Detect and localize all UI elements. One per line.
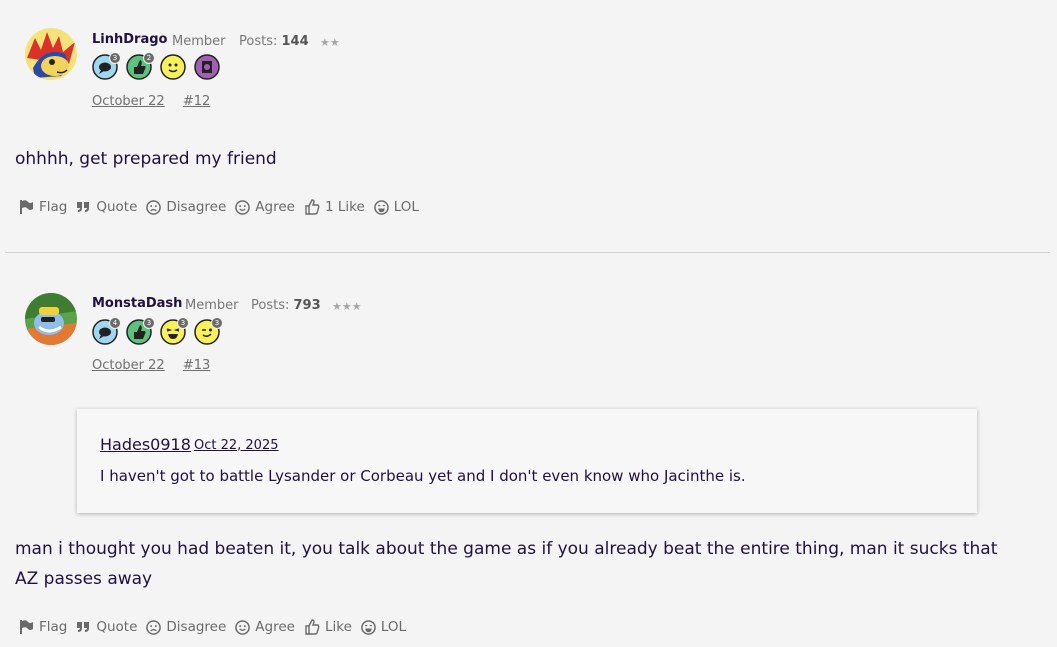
smile-icon: [235, 619, 251, 635]
post-meta: October 22 #12: [92, 94, 224, 109]
flag-button[interactable]: Flag: [18, 619, 67, 635]
flag-button[interactable]: Flag: [18, 199, 67, 215]
quote-date-link[interactable]: Oct 22, 2025: [194, 438, 279, 453]
quote-button[interactable]: Quote: [76, 199, 137, 215]
thumbs-up-badge-icon[interactable]: 2: [126, 52, 155, 80]
thumbs-up-icon: [305, 619, 320, 635]
post-date-link[interactable]: October 22: [92, 358, 165, 373]
thumbs-up-icon: [305, 199, 320, 215]
smiley-badge-icon[interactable]: [160, 54, 186, 80]
post-meta: October 22 #13: [92, 358, 224, 373]
username[interactable]: LinhDrago: [92, 32, 167, 47]
frown-icon: [146, 619, 162, 635]
like-button[interactable]: 1 Like: [304, 199, 365, 215]
photo-badge-icon[interactable]: [194, 54, 220, 80]
flag-label: Flag: [39, 619, 68, 635]
badge-count: 2: [143, 52, 155, 64]
post-actions: Flag Quote Disagree: [18, 619, 406, 635]
rank-stars: ★★: [320, 36, 340, 49]
post-message: man i thought you had beaten it, you tal…: [15, 539, 998, 589]
post-number-link[interactable]: #12: [183, 94, 210, 109]
user-role: Member: [172, 34, 226, 49]
quote-author-link[interactable]: Hades0918: [100, 435, 191, 454]
lol-label: LOL: [380, 619, 407, 635]
agree-button[interactable]: Agree: [235, 199, 295, 215]
badge-count: 3: [211, 317, 223, 329]
avatar-linhdrago[interactable]: [25, 28, 77, 80]
laughing-badge-icon[interactable]: 3: [160, 317, 189, 345]
disagree-label: Disagree: [166, 199, 227, 215]
post-count-value: 144: [281, 34, 309, 49]
like-button[interactable]: Like: [304, 619, 352, 635]
flag-icon: [20, 200, 33, 214]
like-label: 1 Like: [324, 199, 365, 215]
quote-text: I haven't got to battle Lysander or Corb…: [100, 467, 746, 485]
post-count-label: Posts:: [239, 34, 278, 49]
thumbs-up-badge-icon[interactable]: 3: [126, 317, 155, 345]
agree-label: Agree: [255, 199, 295, 215]
post-count: Posts: 793: [251, 298, 321, 313]
post-count-value: 793: [293, 298, 321, 313]
badge-count: 3: [109, 52, 121, 64]
agree-label: Agree: [255, 619, 295, 635]
post-count-label: Posts:: [251, 298, 290, 313]
speech-bubble-badge-icon[interactable]: 3: [92, 52, 121, 80]
avatar-monstadash[interactable]: [25, 293, 77, 345]
laugh-icon: [373, 199, 389, 215]
disagree-button[interactable]: Disagree: [146, 199, 226, 215]
lol-button[interactable]: LOL: [361, 619, 406, 635]
badge-count: 4: [109, 317, 121, 329]
badge-row: 4 3 3 3: [92, 317, 223, 347]
agree-button[interactable]: Agree: [235, 619, 295, 635]
rank-stars: ★★★: [332, 300, 362, 313]
laugh-icon: [361, 619, 376, 635]
quote-icon: [77, 622, 90, 632]
post-number-link[interactable]: #13: [183, 358, 210, 373]
quote-icon: [77, 202, 90, 212]
user-role: Member: [185, 298, 239, 313]
disagree-button[interactable]: Disagree: [146, 619, 226, 635]
post-13: MonstaDash Member Posts: 793 ★★★ 4 3 3 3…: [0, 252, 1057, 647]
flag-icon: [20, 620, 33, 634]
quote-label: Quote: [96, 199, 138, 215]
disagree-label: Disagree: [166, 619, 227, 635]
frown-icon: [146, 199, 162, 215]
badge-count: 3: [143, 317, 155, 329]
winking-badge-icon[interactable]: 3: [194, 317, 223, 345]
flag-label: Flag: [39, 199, 68, 215]
smile-icon: [235, 199, 251, 215]
badge-row: 3 2: [92, 52, 220, 82]
like-label: Like: [324, 619, 352, 635]
post-count: Posts: 144: [239, 34, 309, 49]
quote-block: Hades0918 Oct 22, 2025 I haven't got to …: [77, 409, 977, 513]
post-date-link[interactable]: October 22: [92, 94, 165, 109]
quote-button[interactable]: Quote: [76, 619, 137, 635]
username[interactable]: MonstaDash: [92, 296, 182, 311]
badge-count: 3: [177, 317, 189, 329]
lol-button[interactable]: LOL: [373, 199, 419, 215]
post-12: LinhDrago Member Posts: 144 ★★ 3 2 Octob…: [0, 0, 1057, 253]
post-message: ohhhh, get prepared my friend: [15, 149, 277, 169]
post-actions: Flag Quote Disagree: [18, 199, 419, 215]
lol-label: LOL: [393, 199, 419, 215]
quote-label: Quote: [96, 619, 138, 635]
speech-bubble-badge-icon[interactable]: 4: [92, 317, 121, 345]
